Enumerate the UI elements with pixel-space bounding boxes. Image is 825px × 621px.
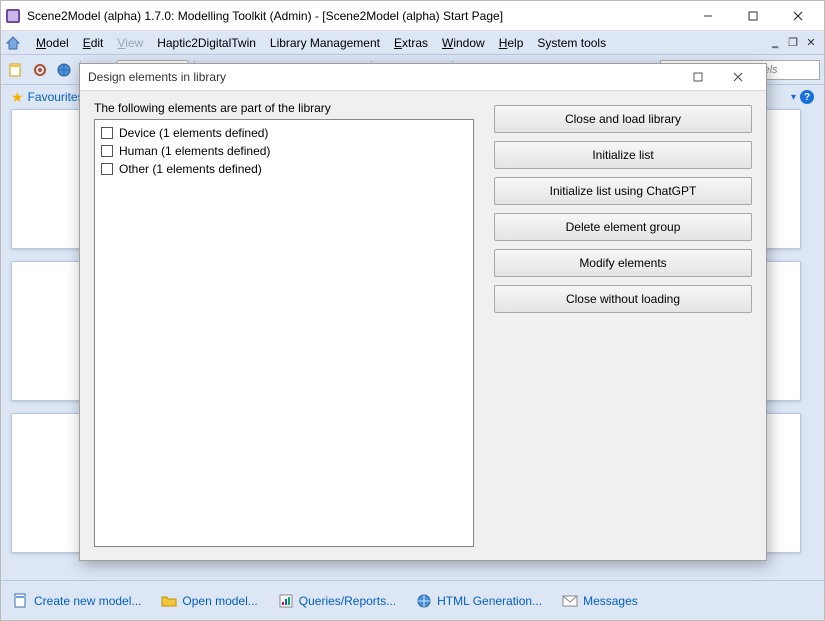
menubar: Model Edit View Haptic2DigitalTwin Libra… [1,31,824,55]
menu-haptic2digitaltwin[interactable]: Haptic2DigitalTwin [150,33,263,53]
new-doc-icon [13,593,29,609]
list-item[interactable]: Human (1 elements defined) [101,142,467,160]
checkbox[interactable] [101,145,113,157]
mdi-minimize-button[interactable]: ‗ [766,36,784,50]
main-window: Scene2Model (alpha) 1.7.0: Modelling Too… [0,0,825,621]
dialog-instruction: The following elements are part of the l… [94,101,474,115]
design-elements-dialog: Design elements in library The following… [79,63,767,561]
initialize-list-button[interactable]: Initialize list [494,141,752,169]
dialog-close-button[interactable] [718,64,758,90]
list-item-label: Human (1 elements defined) [119,144,270,158]
list-item-label: Other (1 elements defined) [119,162,262,176]
dialog-maximize-button[interactable] [678,64,718,90]
dialog-titlebar: Design elements in library [80,64,766,91]
favourites-label[interactable]: Favourites [28,90,84,104]
menu-view: View [110,33,150,53]
chevron-down-icon[interactable]: ▾ [791,92,796,103]
close-without-loading-button[interactable]: Close without loading [494,285,752,313]
mdi-close-button[interactable]: ✕ [802,36,820,50]
list-item-label: Device (1 elements defined) [119,126,268,140]
html-icon [416,593,432,609]
globe-icon[interactable] [53,59,75,81]
menu-extras[interactable]: Extras [387,33,435,53]
checkbox[interactable] [101,163,113,175]
home-icon[interactable] [5,35,21,51]
html-generation-link[interactable]: HTML Generation... [416,593,542,609]
help-icon[interactable]: ? [800,90,814,104]
menu-edit[interactable]: Edit [76,33,111,53]
checkbox[interactable] [101,127,113,139]
gear-icon[interactable] [29,59,51,81]
mail-icon [562,593,578,609]
maximize-button[interactable] [730,2,775,30]
bottom-bar: Create new model... Open model... Querie… [1,580,824,620]
close-button[interactable] [775,2,820,30]
dialog-body: The following elements are part of the l… [80,91,766,561]
titlebar: Scene2Model (alpha) 1.7.0: Modelling Too… [1,1,824,31]
window-title: Scene2Model (alpha) 1.7.0: Modelling Too… [27,9,685,23]
list-item[interactable]: Other (1 elements defined) [101,160,467,178]
menu-model[interactable]: Model [29,33,76,53]
mdi-controls: ‗ ❐ ✕ [766,36,820,50]
close-and-load-button[interactable]: Close and load library [494,105,752,133]
menu-window[interactable]: Window [435,33,492,53]
report-icon [278,593,294,609]
minimize-button[interactable] [685,2,730,30]
delete-element-group-button[interactable]: Delete element group [494,213,752,241]
messages-link[interactable]: Messages [562,593,638,609]
open-folder-icon [161,593,177,609]
initialize-list-chatgpt-button[interactable]: Initialize list using ChatGPT [494,177,752,205]
app-icon [5,8,21,24]
new-icon[interactable] [5,59,27,81]
list-item[interactable]: Device (1 elements defined) [101,124,467,142]
menu-system-tools[interactable]: System tools [530,33,613,53]
elements-listbox[interactable]: Device (1 elements defined) Human (1 ele… [94,119,474,547]
modify-elements-button[interactable]: Modify elements [494,249,752,277]
create-new-model-link[interactable]: Create new model... [13,593,141,609]
menu-library-management[interactable]: Library Management [263,33,387,53]
star-icon: ★ [11,89,24,106]
mdi-restore-button[interactable]: ❐ [784,36,802,50]
queries-reports-link[interactable]: Queries/Reports... [278,593,396,609]
dialog-title: Design elements in library [88,70,678,84]
menu-help[interactable]: Help [492,33,531,53]
open-model-link[interactable]: Open model... [161,593,257,609]
